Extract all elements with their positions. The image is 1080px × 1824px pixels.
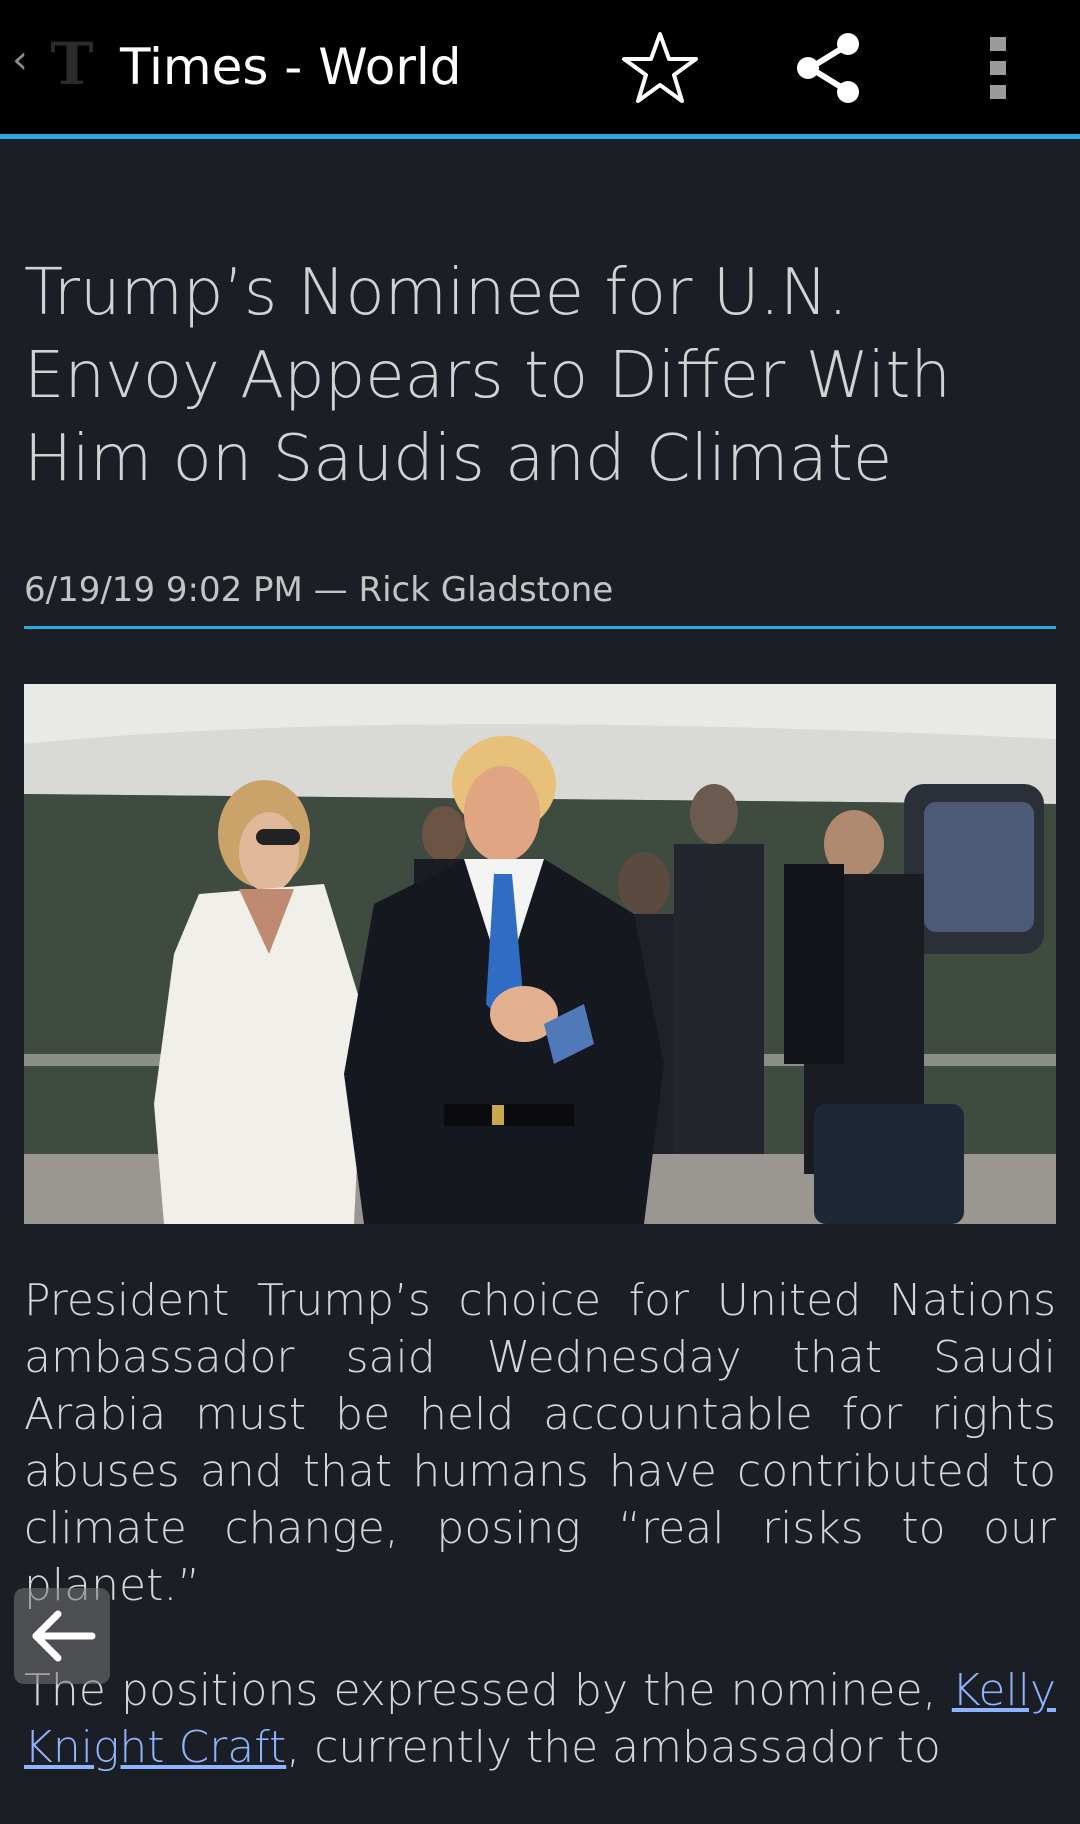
paragraph-text: The positions expressed by the nominee, (24, 1665, 952, 1716)
app-bar-accent-line (0, 134, 1080, 139)
share-button[interactable] (788, 28, 868, 108)
overflow-menu-button[interactable] (958, 28, 1038, 108)
bookmark-button[interactable] (620, 28, 700, 108)
article-paragraph: The positions expressed by the nominee, … (24, 1662, 1056, 1776)
article-photo[interactable] (24, 684, 1056, 1224)
app-bar: ‹ T Times - World (0, 0, 1080, 134)
article-headline: Trump’s Nominee for U.N. Envoy Appears t… (24, 256, 951, 496)
share-icon (797, 33, 859, 103)
arrow-left-icon (32, 1610, 96, 1662)
article-photo-illustration (24, 684, 1056, 1224)
app-logo[interactable]: T (44, 32, 100, 96)
article-paragraph: President Trump’s choice for United Nati… (24, 1275, 1056, 1611)
more-vert-icon (990, 37, 1006, 99)
star-outline-icon (622, 32, 698, 103)
floating-back-button[interactable] (14, 1588, 110, 1684)
up-chevron-icon[interactable]: ‹ (12, 40, 28, 80)
article-body: President Trump’s choice for United Nati… (24, 1272, 1056, 1824)
byline-divider (24, 626, 1056, 629)
paragraph-text: , currently the ambassador to (286, 1722, 941, 1773)
article-byline: 6/19/19 9:02 PM — Rick Gladstone (24, 570, 614, 610)
app-title: Times - World (120, 38, 462, 96)
